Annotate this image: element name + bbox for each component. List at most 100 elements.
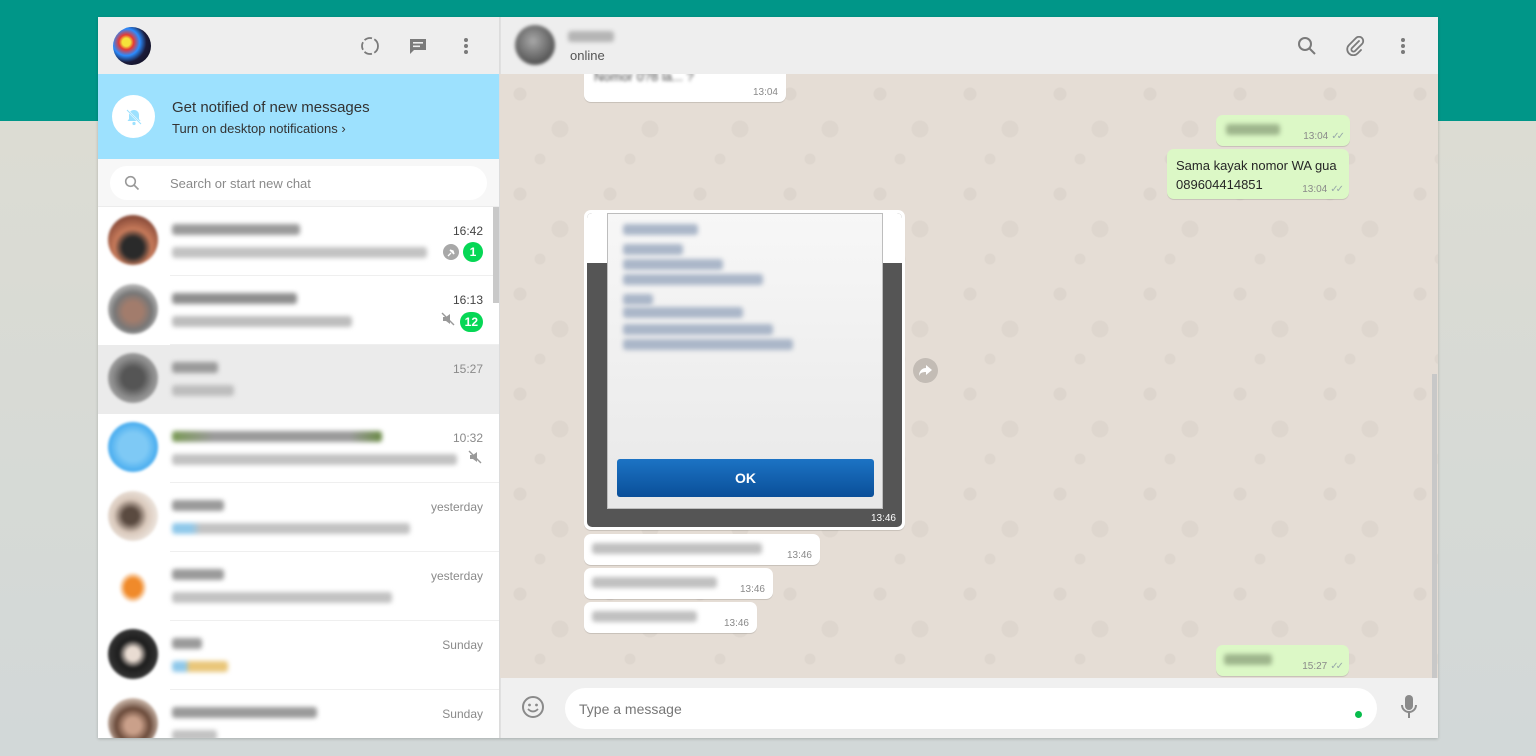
status-icon[interactable] [359, 35, 381, 57]
message-time: 13:46 [786, 550, 812, 561]
last-message-redacted [172, 247, 427, 258]
message-area-scrollbar[interactable] [1432, 374, 1437, 678]
last-message-redacted [172, 592, 392, 603]
message-area[interactable]: Nomor 0?8 la... ? 13:04 13:04 ✓✓ Sama kay… [500, 74, 1438, 678]
search-icon [124, 175, 140, 196]
message-text: Sama kayak nomor WA gua [1176, 158, 1337, 173]
search-input[interactable] [170, 166, 470, 200]
contact-name-redacted [172, 638, 202, 649]
sidebar: Get notified of new messages Turn on des… [98, 17, 500, 738]
message-text-redacted [592, 611, 697, 622]
search-icon[interactable] [1296, 35, 1318, 57]
contact-avatar [108, 629, 158, 679]
new-chat-icon[interactable] [407, 35, 429, 57]
muted-icon [440, 311, 456, 332]
chat-time: Sunday [442, 707, 483, 721]
emoji-icon[interactable] [521, 695, 545, 724]
sidebar-header [98, 17, 499, 74]
contact-status: online [570, 48, 605, 63]
message-text-redacted: Nomor 0?8 la... ? [594, 74, 694, 84]
menu-icon[interactable] [455, 35, 477, 57]
attach-icon[interactable] [1344, 35, 1366, 57]
incoming-image-message[interactable]: OK 13:46 [584, 210, 905, 530]
chat-list-item[interactable]: yesterday [98, 483, 499, 552]
message-time: 13:46 [739, 584, 765, 595]
contact-name-redacted [568, 31, 614, 42]
screenshot-dialog: OK [607, 213, 883, 509]
enable-notifications-link[interactable]: Turn on desktop notifications › [172, 121, 346, 136]
incoming-message: 13:46 [584, 602, 757, 633]
contact-name-redacted [172, 431, 382, 442]
last-message-redacted [172, 454, 457, 465]
chat-time: 16:13 [452, 293, 483, 307]
last-message-redacted [172, 316, 352, 327]
last-message-redacted [172, 385, 234, 396]
unread-count-badge: 1 [463, 242, 483, 262]
whatsapp-web-app: Get notified of new messages Turn on des… [98, 17, 1438, 738]
chat-time: Sunday [442, 638, 483, 652]
search-bar [98, 159, 499, 207]
dialog-text-redacted [623, 307, 743, 318]
dialog-text-redacted [623, 339, 793, 350]
contact-name-redacted [172, 224, 300, 235]
incoming-message: 13:46 [584, 534, 820, 565]
outgoing-message: Sama kayak nomor WA gua 089604414851 13:… [1167, 149, 1349, 199]
chat-list-scrollbar[interactable] [493, 207, 499, 303]
forward-icon[interactable] [913, 358, 938, 383]
contact-avatar [108, 284, 158, 334]
last-message-redacted [172, 661, 228, 672]
chat-list-item[interactable]: Sunday [98, 690, 499, 738]
muted-icon [467, 449, 483, 470]
dialog-text-redacted [623, 224, 698, 235]
chat-list-item[interactable]: 16:13 12 [98, 276, 499, 345]
chat-list: 16:42 1 16:13 12 15:27 10:32 yesterday y… [98, 207, 499, 738]
notification-banner[interactable]: Get notified of new messages Turn on des… [98, 74, 499, 159]
message-time: 13:04 [752, 87, 778, 98]
outgoing-message: 13:04 ✓✓ [1216, 115, 1350, 146]
message-composer [500, 678, 1438, 738]
message-input[interactable] [565, 688, 1377, 729]
dialog-text-redacted [623, 244, 683, 255]
message-text-redacted [1226, 124, 1280, 135]
conversation-panel: online Nomor 0?8 la... ? 13:04 13:04 ✓✓ … [500, 17, 1438, 738]
message-time: 13:46 [723, 618, 749, 629]
chat-list-item[interactable]: yesterday [98, 552, 499, 621]
pin-icon [443, 244, 459, 260]
my-profile-avatar[interactable] [113, 27, 151, 65]
chat-time: 16:42 [452, 224, 483, 238]
contact-avatar [108, 422, 158, 472]
contact-avatar [108, 698, 158, 738]
incoming-message: 13:46 [584, 568, 773, 599]
chat-list-item[interactable]: Sunday [98, 621, 499, 690]
message-time: 13:46 [870, 513, 896, 524]
contact-name-redacted [172, 293, 297, 304]
search-box [110, 166, 487, 200]
chat-time: yesterday [430, 500, 483, 514]
message-time: 13:04 ✓✓ [1303, 131, 1345, 142]
conversation-header[interactable]: online [500, 17, 1438, 74]
double-check-icon: ✓✓ [1330, 184, 1344, 195]
chat-list-item[interactable]: 16:42 1 [98, 207, 499, 276]
last-message-redacted [172, 730, 217, 738]
image-preview[interactable]: OK 13:46 [587, 213, 902, 527]
dialog-text-redacted [623, 274, 763, 285]
muted-bell-icon [112, 95, 155, 138]
chat-list-item-active[interactable]: 15:27 [98, 345, 499, 414]
message-time: 13:04 ✓✓ [1302, 184, 1344, 195]
unread-count-badge: 12 [459, 311, 483, 332]
contact-name-redacted [172, 569, 224, 580]
double-check-icon: ✓✓ [1331, 131, 1345, 142]
dialog-text-redacted [623, 259, 723, 270]
contact-name-redacted [172, 500, 224, 511]
conversation-header-actions [1296, 35, 1414, 57]
double-check-icon: ✓✓ [1330, 661, 1344, 672]
microphone-icon[interactable] [1400, 694, 1418, 725]
last-message-redacted [172, 523, 410, 534]
chat-time: 10:32 [452, 431, 483, 445]
dialog-ok-button: OK [617, 459, 874, 497]
message-text-redacted [592, 543, 762, 554]
incoming-message: Nomor 0?8 la... ? 13:04 [584, 74, 786, 102]
chat-list-item[interactable]: 10:32 [98, 414, 499, 483]
menu-icon[interactable] [1392, 35, 1414, 57]
contact-avatar[interactable] [515, 25, 555, 65]
